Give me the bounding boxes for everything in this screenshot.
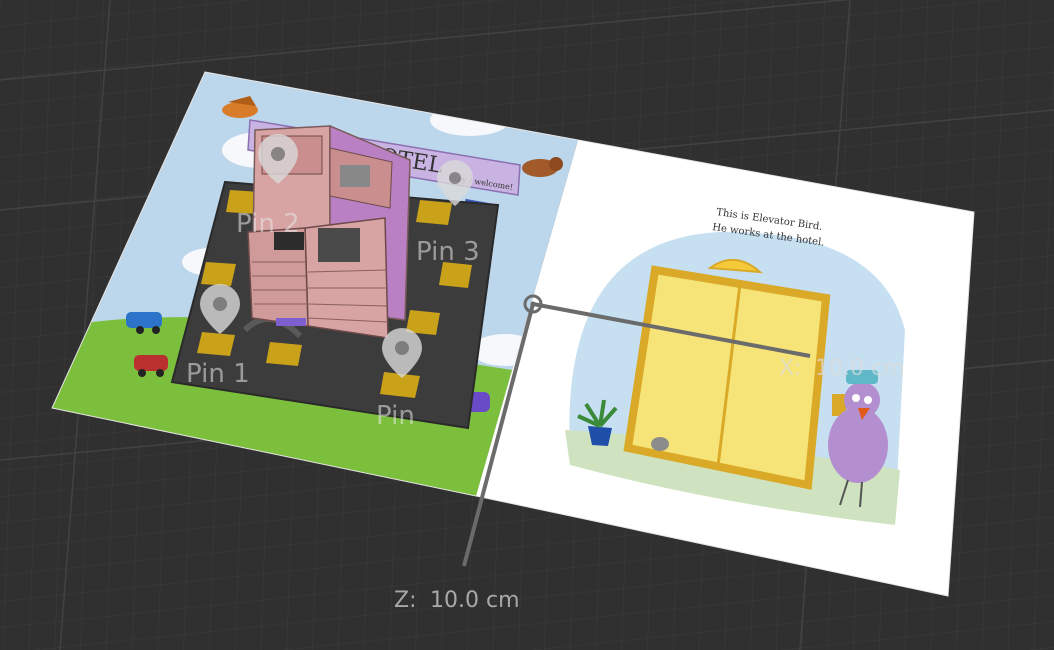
- x-axis-label: X:: [779, 356, 801, 381]
- pin-3-label: Pin 3: [416, 237, 480, 267]
- pin-2-label: Pin 2: [236, 209, 300, 239]
- pin-4-label: Pin: [376, 401, 415, 431]
- ar-viewport[interactable]: HOTEL stay / welcome! This is: [0, 0, 1054, 650]
- z-axis-value: 10.0 cm: [430, 588, 520, 613]
- pin-1-label: Pin 1: [186, 359, 250, 389]
- x-axis-value: 10.0 cm: [815, 356, 905, 381]
- z-axis-label: Z:: [394, 588, 416, 613]
- mouse-illustration: [651, 437, 669, 451]
